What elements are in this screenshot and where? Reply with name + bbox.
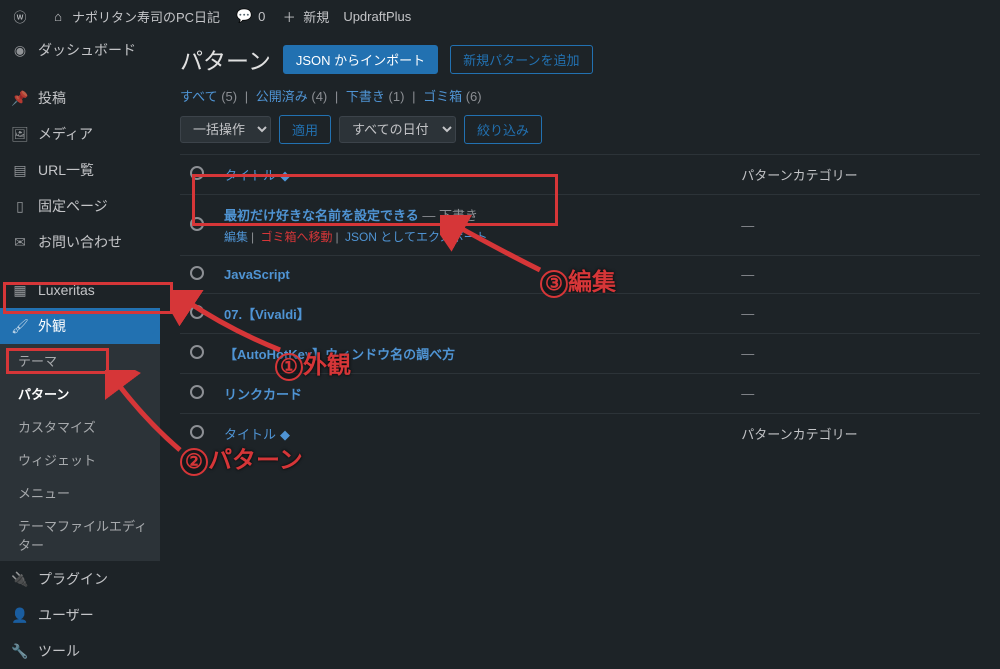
row-title-link[interactable]: 【AutoHotKey】ウィンドウ名の調べ方 xyxy=(224,347,455,362)
plus-new[interactable]: ＋新規 xyxy=(279,6,329,26)
submenu-theme-editor[interactable]: テーマファイルエディター xyxy=(0,509,160,561)
table-row: 最初だけ好きな名前を設定できる — 下書き 編集| ゴミ箱へ移動| JSON と… xyxy=(180,195,980,256)
action-trash[interactable]: ゴミ箱へ移動 xyxy=(260,230,332,244)
add-pattern-button[interactable]: 新規パターンを追加 xyxy=(450,45,592,74)
plugin-icon: 🔌 xyxy=(10,569,30,589)
filter-button[interactable]: 絞り込み xyxy=(464,115,542,144)
appearance-submenu: テーマ パターン カスタマイズ ウィジェット メニュー テーマファイルエディター xyxy=(0,344,160,561)
row-checkbox[interactable] xyxy=(190,217,204,231)
col-category-footer: パターンカテゴリー xyxy=(731,414,980,454)
sort-icon: ◆ xyxy=(280,168,290,184)
category-cell: — xyxy=(741,267,754,282)
menu-appearance[interactable]: 🖌外観 xyxy=(0,308,160,344)
row-title-link[interactable]: 07.【Vivaldi】 xyxy=(224,307,310,322)
row-checkbox[interactable] xyxy=(190,385,204,399)
row-checkbox[interactable] xyxy=(190,345,204,359)
submenu-menus[interactable]: メニュー xyxy=(0,476,160,509)
menu-plugins[interactable]: 🔌プラグイン xyxy=(0,561,160,597)
comment-icon: 💬 xyxy=(234,6,254,26)
filter-trash[interactable]: ゴミ箱 xyxy=(423,89,462,104)
col-title-footer[interactable]: タイトル◆ xyxy=(214,414,731,454)
user-icon: 👤 xyxy=(10,605,30,625)
plus-icon: ＋ xyxy=(279,6,299,26)
filter-draft[interactable]: 下書き xyxy=(346,89,385,104)
tools-icon: 🔧 xyxy=(10,641,30,661)
list-icon: ▤ xyxy=(10,160,30,180)
action-edit[interactable]: 編集 xyxy=(224,230,248,244)
media-icon: 🖼 xyxy=(10,124,30,144)
menu-url-list[interactable]: ▤URL一覧 xyxy=(0,152,160,188)
filter-all[interactable]: すべて xyxy=(180,89,218,104)
category-cell: — xyxy=(741,346,754,361)
table-row: JavaScript — xyxy=(180,256,980,294)
table-row: 【AutoHotKey】ウィンドウ名の調べ方 — xyxy=(180,334,980,374)
menu-dashboard[interactable]: ◉ダッシュボード xyxy=(0,32,160,68)
wp-logo[interactable]: ⓦ xyxy=(10,6,34,26)
admin-bar: ⓦ ⌂ナポリタン寿司のPC日記 💬0 ＋新規 UpdraftPlus xyxy=(0,0,1000,32)
col-category: パターンカテゴリー xyxy=(731,155,980,195)
row-checkbox[interactable] xyxy=(190,305,204,319)
submenu-customize[interactable]: カスタマイズ xyxy=(0,410,160,443)
select-all-footer[interactable] xyxy=(180,414,214,454)
patterns-table: タイトル◆ パターンカテゴリー 最初だけ好きな名前を設定できる — 下書き 編集… xyxy=(180,154,980,453)
menu-tools[interactable]: 🔧ツール xyxy=(0,633,160,669)
row-title-link[interactable]: リンクカード xyxy=(224,387,302,402)
col-title[interactable]: タイトル◆ xyxy=(214,155,731,195)
pin-icon: 📌 xyxy=(10,88,30,108)
menu-pages[interactable]: ▯固定ページ xyxy=(0,188,160,224)
main-content: パターン JSON からインポート 新規パターンを追加 すべて (5) | 公開… xyxy=(160,32,1000,600)
menu-posts[interactable]: 📌投稿 xyxy=(0,80,160,116)
submenu-patterns[interactable]: パターン xyxy=(0,377,160,410)
table-row: 07.【Vivaldi】 — xyxy=(180,294,980,334)
menu-luxeritas[interactable]: ▦Luxeritas xyxy=(0,272,160,308)
comments[interactable]: 💬0 xyxy=(234,6,265,26)
row-title-link[interactable]: 最初だけ好きな名前を設定できる xyxy=(224,208,419,223)
bulk-action-select[interactable]: 一括操作 xyxy=(180,116,271,143)
row-actions: 編集| ゴミ箱へ移動| JSON としてエクスポート xyxy=(224,228,721,245)
mail-icon: ✉ xyxy=(10,232,30,252)
action-export-json[interactable]: JSON としてエクスポート xyxy=(345,230,488,244)
date-filter-select[interactable]: すべての日付 xyxy=(339,116,456,143)
page-title: パターン xyxy=(180,42,271,76)
dashboard-icon: ◉ xyxy=(10,40,30,60)
category-cell: — xyxy=(741,218,754,233)
menu-users[interactable]: 👤ユーザー xyxy=(0,597,160,633)
category-cell: — xyxy=(741,386,754,401)
select-all-header[interactable] xyxy=(180,155,214,195)
status-filters: すべて (5) | 公開済み (4) | 下書き (1) | ゴミ箱 (6) xyxy=(180,86,980,105)
home-icon: ⌂ xyxy=(48,6,68,26)
site-name[interactable]: ⌂ナポリタン寿司のPC日記 xyxy=(48,6,220,26)
status-suffix: — 下書き xyxy=(419,208,478,223)
page-icon: ▯ xyxy=(10,196,30,216)
updraft-link[interactable]: UpdraftPlus xyxy=(343,9,411,24)
menu-contact[interactable]: ✉お問い合わせ xyxy=(0,224,160,260)
import-json-button[interactable]: JSON からインポート xyxy=(283,45,438,74)
admin-sidebar: ◉ダッシュボード 📌投稿 🖼メディア ▤URL一覧 ▯固定ページ ✉お問い合わせ… xyxy=(0,32,160,600)
luxeritas-icon: ▦ xyxy=(10,280,30,300)
submenu-widgets[interactable]: ウィジェット xyxy=(0,443,160,476)
menu-media[interactable]: 🖼メディア xyxy=(0,116,160,152)
brush-icon: 🖌 xyxy=(10,316,30,336)
filter-published[interactable]: 公開済み xyxy=(256,89,308,104)
row-title-link[interactable]: JavaScript xyxy=(224,267,290,282)
row-checkbox[interactable] xyxy=(190,266,204,280)
submenu-themes[interactable]: テーマ xyxy=(0,344,160,377)
table-row: リンクカード — xyxy=(180,374,980,414)
category-cell: — xyxy=(741,306,754,321)
apply-button[interactable]: 適用 xyxy=(279,115,331,144)
